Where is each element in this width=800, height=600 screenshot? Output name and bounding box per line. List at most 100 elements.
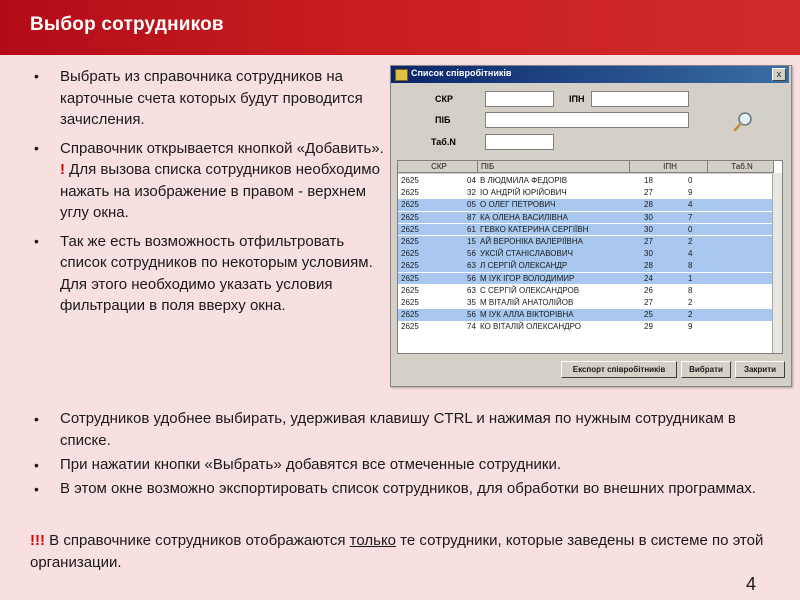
employee-list-dialog: Список співробітників x СКР ІПН ПІБ Таб.…	[390, 65, 792, 387]
table-cell: М ВІТАЛІЙ АНАТОЛІЙОВ	[480, 298, 574, 307]
table-row[interactable]: 2625 56 М ІУК ІГОР ВОЛОДИМИР 24 1	[398, 272, 774, 285]
search-icon[interactable]	[732, 110, 756, 134]
pib-input[interactable]	[485, 112, 689, 128]
tab-number-input[interactable]	[485, 134, 554, 150]
ipn-input[interactable]	[591, 91, 689, 107]
warning-mark: !!!	[30, 532, 45, 549]
table-cell: 56	[467, 273, 476, 283]
table-cell: 2625	[401, 188, 419, 198]
close-button[interactable]: Закрити	[735, 361, 785, 378]
table-cell: 28	[644, 261, 653, 271]
table-cell: 24	[644, 273, 653, 283]
table-cell: 15	[467, 237, 476, 246]
column-header[interactable]: Таб.N	[708, 161, 774, 173]
select-button[interactable]: Вибрати	[681, 361, 731, 378]
table-cell: 0	[688, 224, 693, 234]
underlined-word: только	[349, 532, 397, 549]
bullet-item: Выбрать из справочника сотрудников на ка…	[34, 66, 384, 131]
table-row[interactable]: 2625 15 АЙ ВЕРОНІКА ВАЛЕРІЇВНА 27 2	[398, 236, 774, 248]
skr-input[interactable]	[485, 91, 554, 107]
table-cell: 26	[644, 285, 653, 295]
table-cell: 2625	[401, 322, 419, 332]
table-cell: КО ВІТАЛІЙ ОЛЕКСАНДРО	[480, 322, 581, 332]
column-header[interactable]: ПІБ	[478, 161, 630, 173]
table-cell: 18	[644, 176, 653, 185]
bottom-bullet-list: Сотрудников удобнее выбирать, удерживая …	[34, 408, 774, 502]
slide-title: Выбор сотрудников	[30, 14, 224, 35]
table-cell: 27	[644, 298, 653, 307]
table-cell: 2625	[401, 249, 419, 259]
table-cell: 04	[467, 176, 476, 185]
table-cell: 9	[688, 322, 693, 332]
table-cell: 63	[467, 285, 476, 295]
table-cell: 29	[644, 322, 653, 332]
table-cell: 61	[467, 224, 476, 234]
table-row[interactable]: 2625 05 О ОЛЕГ ПЕТРОВИЧ 28 4	[398, 199, 774, 211]
table-cell: 27	[644, 188, 653, 198]
table-cell: 8	[688, 285, 693, 295]
table-header: СКР ПІБ ІПН Таб.N	[398, 161, 774, 174]
table-cell: 2625	[401, 310, 419, 320]
ipn-label: ІПН	[569, 94, 585, 104]
table-cell: 35	[467, 298, 476, 307]
table-cell: 1	[688, 273, 693, 283]
table-row[interactable]: 2625 61 ГЕВКО КАТЕРИНА СЕРГІЇВН 30 0	[398, 223, 774, 236]
table-cell: 2625	[401, 237, 419, 246]
table-cell: 2625	[401, 273, 419, 283]
table-cell: 2625	[401, 212, 419, 222]
export-employees-button[interactable]: Експорт співробітників	[561, 361, 677, 378]
table-cell: 87	[467, 212, 476, 222]
column-header[interactable]: СКР	[398, 161, 478, 173]
table-cell: О ОЛЕГ ПЕТРОВИЧ	[480, 200, 556, 210]
table-cell: ІО АНДРІЙ ЮРІЙОВИЧ	[480, 188, 567, 198]
page-number: 4	[745, 574, 756, 594]
table-cell: 7	[688, 212, 693, 222]
table-cell: В ЛЮДМИЛА ФЕДОРІВ	[480, 176, 568, 185]
table-cell: 30	[644, 224, 653, 234]
table-cell: 2625	[401, 261, 419, 271]
dialog-title: Список співробітників	[411, 68, 512, 78]
table-cell: 4	[688, 249, 693, 259]
table-cell: 2625	[401, 285, 419, 295]
dialog-titlebar: Список співробітників x	[391, 66, 789, 83]
table-cell: 0	[688, 176, 693, 185]
bullet-item: Сотрудников удобнее выбирать, удерживая …	[34, 408, 774, 452]
table-cell: 32	[467, 188, 476, 198]
top-bullet-list: Выбрать из справочника сотрудников на ка…	[34, 66, 384, 324]
table-cell: КА ОЛЕНА ВАСИЛІВНА	[480, 212, 568, 222]
table-row[interactable]: 2625 04 В ЛЮДМИЛА ФЕДОРІВ 18 0	[398, 175, 774, 187]
table-cell: УКСІЙ СТАНІСЛАВОВИЧ	[480, 249, 573, 259]
table-cell: 05	[467, 200, 476, 210]
table-cell: 2	[688, 237, 693, 246]
table-cell: 8	[688, 261, 693, 271]
table-cell: 28	[644, 200, 653, 210]
table-cell: 30	[644, 249, 653, 259]
table-cell: 2625	[401, 224, 419, 234]
table-row[interactable]: 2625 74 КО ВІТАЛІЙ ОЛЕКСАНДРО 29 9	[398, 321, 774, 333]
table-row[interactable]: 2625 87 КА ОЛЕНА ВАСИЛІВНА 30 7	[398, 211, 774, 224]
table-row[interactable]: 2625 63 Л СЕРГІЙ ОЛЕКСАНДР 28 8	[398, 260, 774, 272]
table-row[interactable]: 2625 56 М ІУК АЛЛА ВІКТОРІВНА 25 2	[398, 309, 774, 321]
table-cell: ГЕВКО КАТЕРИНА СЕРГІЇВН	[480, 224, 589, 234]
vertical-scrollbar[interactable]	[772, 173, 782, 353]
table-cell: М ІУК ІГОР ВОЛОДИМИР	[480, 273, 575, 283]
close-icon[interactable]: x	[772, 68, 786, 81]
column-header[interactable]: ІПН	[630, 161, 708, 173]
table-cell: 2	[688, 298, 693, 307]
table-cell: 2	[688, 310, 693, 320]
table-cell: 2625	[401, 176, 419, 185]
window-icon	[395, 69, 408, 81]
table-row[interactable]: 2625 32 ІО АНДРІЙ ЮРІЙОВИЧ 27 9	[398, 187, 774, 199]
table-row[interactable]: 2625 63 С СЕРГІЙ ОЛЕКСАНДРОВ 26 8	[398, 285, 774, 297]
table-cell: 2625	[401, 200, 419, 210]
table-cell: С СЕРГІЙ ОЛЕКСАНДРОВ	[480, 285, 580, 295]
skr-label: СКР	[435, 94, 453, 104]
table-row[interactable]: 2625 56 УКСІЙ СТАНІСЛАВОВИЧ 30 4	[398, 248, 774, 260]
table-cell: 9	[688, 188, 693, 198]
table-cell: 27	[644, 237, 653, 246]
table-cell: М ІУК АЛЛА ВІКТОРІВНА	[480, 310, 574, 320]
table-cell: 2625	[401, 298, 419, 307]
table-row[interactable]: 2625 35 М ВІТАЛІЙ АНАТОЛІЙОВ 27 2	[398, 297, 774, 309]
table-cell: 56	[467, 249, 476, 259]
table-cell: 56	[467, 310, 476, 320]
